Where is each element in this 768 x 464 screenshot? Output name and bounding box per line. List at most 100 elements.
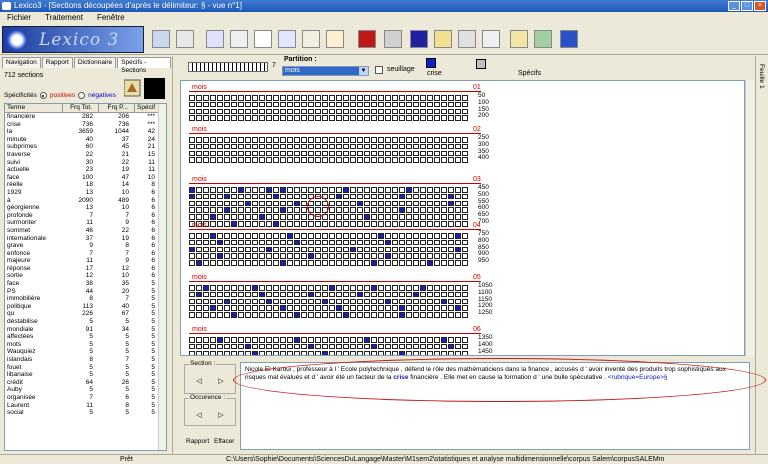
section-cell[interactable] xyxy=(392,187,398,193)
section-cell[interactable] xyxy=(392,285,398,291)
section-cell[interactable] xyxy=(343,285,349,291)
section-cell[interactable] xyxy=(273,193,279,200)
section-cell[interactable] xyxy=(378,260,384,266)
section-cell[interactable] xyxy=(385,260,391,266)
section-cell[interactable] xyxy=(448,253,454,259)
section-cell[interactable] xyxy=(189,95,195,101)
section-cell[interactable] xyxy=(343,260,349,266)
section-cell[interactable] xyxy=(413,305,419,311)
section-cell[interactable] xyxy=(252,143,258,150)
section-cell[interactable] xyxy=(203,193,209,200)
section-cell[interactable] xyxy=(336,200,342,207)
section-cell[interactable] xyxy=(329,337,335,343)
section-cell[interactable] xyxy=(462,298,468,305)
section-cell[interactable] xyxy=(252,291,258,298)
section-cell[interactable] xyxy=(350,214,356,220)
section-cell[interactable] xyxy=(238,305,244,311)
section-cell[interactable] xyxy=(189,214,195,220)
section-cell[interactable] xyxy=(336,285,342,291)
section-cell[interactable] xyxy=(196,285,202,291)
table-row[interactable]: mots 5 5 5 xyxy=(5,341,166,349)
section-cell[interactable] xyxy=(420,115,426,121)
section-cell[interactable] xyxy=(371,298,377,305)
section-cell[interactable] xyxy=(294,253,300,259)
section-cell[interactable] xyxy=(224,137,230,143)
section-cell[interactable] xyxy=(315,187,321,193)
section-cell[interactable] xyxy=(462,343,468,350)
section-cell[interactable] xyxy=(371,285,377,291)
section-cell[interactable] xyxy=(420,157,426,163)
section-cell[interactable] xyxy=(294,137,300,143)
section-cell[interactable] xyxy=(350,350,356,355)
help-icon[interactable] xyxy=(510,30,528,48)
section-cell[interactable] xyxy=(462,337,468,343)
section-cell[interactable] xyxy=(259,233,265,239)
section-cell[interactable] xyxy=(378,187,384,193)
section-cell[interactable] xyxy=(203,253,209,259)
section-cell[interactable] xyxy=(315,101,321,108)
section-cell[interactable] xyxy=(385,95,391,101)
section-cell[interactable] xyxy=(455,207,461,213)
section-cell[interactable] xyxy=(420,101,426,108)
section-cell[interactable] xyxy=(350,150,356,157)
section-cell[interactable] xyxy=(392,108,398,115)
section-cell[interactable] xyxy=(357,239,363,246)
section-cell[interactable] xyxy=(301,291,307,298)
panel-splitter[interactable] xyxy=(172,56,178,454)
section-cell[interactable] xyxy=(301,157,307,163)
section-cell[interactable] xyxy=(266,101,272,108)
section-cell[interactable] xyxy=(399,143,405,150)
section-cell[interactable] xyxy=(441,157,447,163)
section-cell[interactable] xyxy=(385,305,391,311)
section-cell[interactable] xyxy=(343,312,349,318)
section-cell[interactable] xyxy=(420,312,426,318)
section-cell[interactable] xyxy=(357,246,363,253)
section-cell[interactable] xyxy=(196,260,202,266)
section-cell[interactable] xyxy=(231,239,237,246)
table-row[interactable]: surmonter 11 9 6 xyxy=(5,219,166,227)
section-cell[interactable] xyxy=(231,115,237,121)
section-cell[interactable] xyxy=(420,305,426,311)
section-cell[interactable] xyxy=(364,115,370,121)
section-cell[interactable] xyxy=(217,95,223,101)
partition-select[interactable]: mois ▼ xyxy=(282,66,369,76)
section-cell[interactable] xyxy=(231,305,237,311)
section-cell[interactable] xyxy=(420,233,426,239)
section-cell[interactable] xyxy=(238,150,244,157)
table-row[interactable]: qu 226 67 5 xyxy=(5,310,166,318)
section-cell[interactable] xyxy=(441,214,447,220)
table-row[interactable]: mondiale 91 34 5 xyxy=(5,326,166,334)
section-cell[interactable] xyxy=(266,137,272,143)
section-cell[interactable] xyxy=(455,187,461,193)
section-cell[interactable] xyxy=(287,207,293,213)
section-cell[interactable] xyxy=(238,200,244,207)
section-cell[interactable] xyxy=(189,291,195,298)
section-cell[interactable] xyxy=(259,305,265,311)
section-cell[interactable] xyxy=(364,233,370,239)
section-cell[interactable] xyxy=(252,115,258,121)
section-cell[interactable] xyxy=(294,285,300,291)
section-cell[interactable] xyxy=(441,143,447,150)
section-cell[interactable] xyxy=(224,246,230,253)
book-icon[interactable] xyxy=(176,30,194,48)
section-cell[interactable] xyxy=(315,214,321,220)
side-tab[interactable]: Spécifs - Sections xyxy=(117,57,171,74)
section-cell[interactable] xyxy=(273,143,279,150)
section-cell[interactable] xyxy=(315,220,321,227)
section-cell[interactable] xyxy=(420,298,426,305)
section-cell[interactable] xyxy=(392,233,398,239)
section-cell[interactable] xyxy=(308,220,314,227)
section-cell[interactable] xyxy=(420,95,426,101)
section-cell[interactable] xyxy=(238,337,244,343)
section-cell[interactable] xyxy=(357,285,363,291)
section-cell[interactable] xyxy=(427,150,433,157)
section-cell[interactable] xyxy=(287,239,293,246)
section-cell[interactable] xyxy=(224,214,230,220)
section-cell[interactable] xyxy=(189,350,195,355)
section-cell[interactable] xyxy=(455,150,461,157)
sheet-tab[interactable]: Feuille 1 xyxy=(755,56,768,454)
section-cell[interactable] xyxy=(357,337,363,343)
section-cell[interactable] xyxy=(259,157,265,163)
section-cell[interactable] xyxy=(217,239,223,246)
section-cell[interactable] xyxy=(413,253,419,259)
